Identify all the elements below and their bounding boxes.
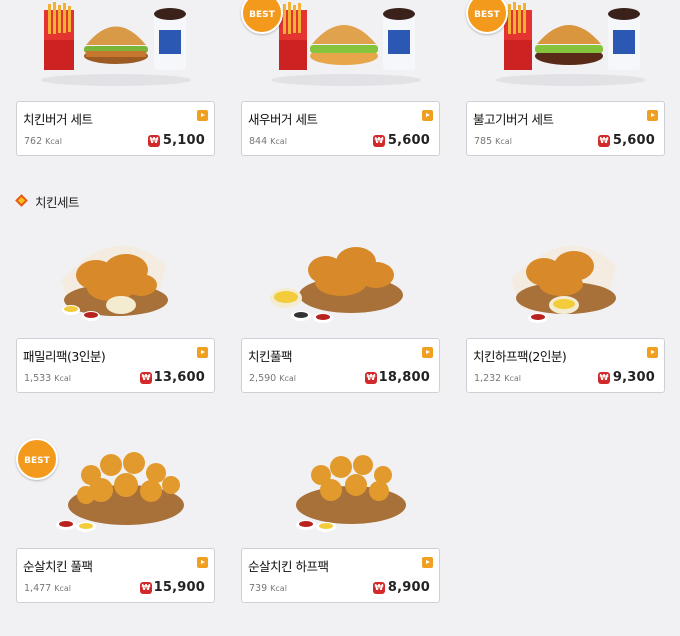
calorie-unit: Kcal bbox=[54, 584, 71, 593]
menu-item-name[interactable]: 불고기버거 세트 bbox=[473, 109, 554, 128]
price: 18,800 bbox=[378, 370, 430, 385]
calorie-info: 785 Kcal bbox=[474, 136, 512, 147]
calorie-info: 2,590 Kcal bbox=[249, 373, 296, 384]
price: 5,600 bbox=[387, 133, 430, 148]
calorie-unit: Kcal bbox=[504, 374, 521, 383]
calorie-unit: Kcal bbox=[279, 374, 296, 383]
menu-info-box: 순살치킨 풀팩 1,477 Kcal ₩ 15,900 bbox=[16, 548, 215, 603]
menu-item-name[interactable]: 순살치킨 풀팩 bbox=[23, 556, 93, 575]
chicken-basket-photo bbox=[511, 245, 616, 323]
arrow-right-icon[interactable] bbox=[647, 347, 658, 358]
menu-item-name[interactable]: 순살치킨 하프팩 bbox=[248, 556, 329, 575]
won-icon: ₩ bbox=[148, 135, 160, 147]
calorie-unit: Kcal bbox=[45, 137, 62, 146]
menu-item-name[interactable]: 치킨풀팩 bbox=[248, 346, 293, 365]
calorie-info: 1,533 Kcal bbox=[24, 373, 71, 384]
chicken-basket-photo bbox=[270, 247, 403, 323]
calorie-unit: Kcal bbox=[270, 137, 287, 146]
calorie-info: 1,232 Kcal bbox=[474, 373, 521, 384]
calorie-unit: Kcal bbox=[495, 137, 512, 146]
best-badge: BEST bbox=[16, 438, 58, 480]
section-title-chicken-set: 치킨세트 bbox=[35, 195, 80, 210]
boneless-basket-photo bbox=[296, 455, 406, 532]
burger-set-photo bbox=[41, 2, 191, 86]
price: 8,900 bbox=[387, 580, 430, 595]
arrow-right-icon[interactable] bbox=[422, 347, 433, 358]
calorie-value: 785 bbox=[474, 136, 493, 147]
won-icon: ₩ bbox=[598, 135, 610, 147]
calorie-info: 762 Kcal bbox=[24, 136, 62, 147]
calorie-value: 844 bbox=[249, 136, 268, 147]
calorie-info: 844 Kcal bbox=[249, 136, 287, 147]
arrow-right-icon[interactable] bbox=[422, 110, 433, 121]
arrow-right-icon[interactable] bbox=[197, 347, 208, 358]
won-icon: ₩ bbox=[373, 582, 385, 594]
calorie-info: 1,477 Kcal bbox=[24, 583, 71, 594]
arrow-right-icon[interactable] bbox=[422, 557, 433, 568]
menu-info-box: 패밀리팩(3인분) 1,533 Kcal ₩ 13,600 bbox=[16, 338, 215, 393]
menu-item-name[interactable]: 치킨하프팩(2인분) bbox=[473, 346, 567, 365]
won-icon: ₩ bbox=[140, 372, 152, 384]
menu-info-box: 순살치킨 하프팩 739 Kcal ₩ 8,900 bbox=[241, 548, 440, 603]
calorie-unit: Kcal bbox=[270, 584, 287, 593]
menu-item-name[interactable]: 치킨버거 세트 bbox=[23, 109, 93, 128]
menu-item-name[interactable]: 패밀리팩(3인분) bbox=[23, 346, 106, 365]
calorie-info: 739 Kcal bbox=[249, 583, 287, 594]
won-icon: ₩ bbox=[140, 582, 152, 594]
menu-info-box: 치킨하프팩(2인분) 1,232 Kcal ₩ 9,300 bbox=[466, 338, 665, 393]
calorie-value: 1,477 bbox=[24, 583, 52, 594]
price: 13,600 bbox=[153, 370, 205, 385]
menu-info-box: 새우버거 세트 844 Kcal ₩ 5,600 bbox=[241, 101, 440, 156]
price: 9,300 bbox=[612, 370, 655, 385]
won-icon: ₩ bbox=[598, 372, 610, 384]
calorie-value: 1,232 bbox=[474, 373, 502, 384]
arrow-right-icon[interactable] bbox=[197, 110, 208, 121]
calorie-value: 739 bbox=[249, 583, 268, 594]
arrow-right-icon[interactable] bbox=[647, 110, 658, 121]
menu-info-box: 치킨버거 세트 762 Kcal ₩ 5,100 bbox=[16, 101, 215, 156]
price: 5,600 bbox=[612, 133, 655, 148]
calorie-value: 762 bbox=[24, 136, 43, 147]
arrow-right-icon[interactable] bbox=[197, 557, 208, 568]
menu-info-box: 치킨풀팩 2,590 Kcal ₩ 18,800 bbox=[241, 338, 440, 393]
calorie-value: 1,533 bbox=[24, 373, 52, 384]
calorie-unit: Kcal bbox=[54, 374, 71, 383]
calorie-value: 2,590 bbox=[249, 373, 277, 384]
chicken-basket-photo bbox=[61, 245, 168, 321]
won-icon: ₩ bbox=[373, 135, 385, 147]
section-bullet-icon bbox=[15, 194, 28, 207]
menu-info-box: 불고기버거 세트 785 Kcal ₩ 5,600 bbox=[466, 101, 665, 156]
price: 15,900 bbox=[153, 580, 205, 595]
menu-item-name[interactable]: 새우버거 세트 bbox=[248, 109, 318, 128]
won-icon: ₩ bbox=[365, 372, 377, 384]
price: 5,100 bbox=[162, 133, 205, 148]
